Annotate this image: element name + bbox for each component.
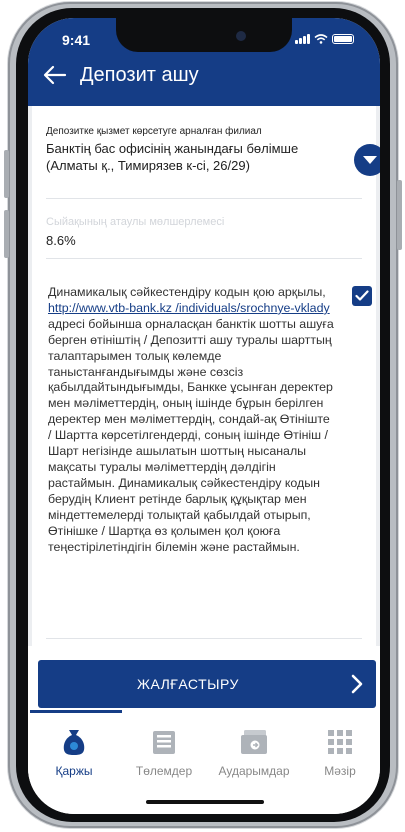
chevron-down-icon	[363, 156, 377, 164]
tab-menu-label: Мәзір	[324, 764, 356, 778]
tab-payments[interactable]: Төлемдер	[120, 726, 208, 786]
consent-text-after: адресі бойынша орналасқан банктік шотты …	[48, 316, 334, 554]
status-icons	[295, 34, 354, 44]
home-indicator	[146, 800, 264, 804]
tab-menu[interactable]: Мәзір	[296, 726, 380, 786]
consent-divider	[46, 638, 362, 639]
wallet-transfer-icon	[241, 730, 267, 754]
volume-up-button	[4, 150, 9, 198]
payments-list-icon	[153, 731, 175, 754]
deposit-form-card: Депозитке қызмет көрсетуге арналған фили…	[32, 106, 380, 646]
wifi-icon	[314, 34, 328, 44]
branch-divider	[46, 198, 362, 199]
money-bag-icon	[63, 730, 85, 755]
tab-payments-label: Төлемдер	[135, 764, 193, 778]
status-time: 9:41	[62, 32, 91, 48]
bottom-tab-bar: Қаржы Төлемдер Аударымдар Мәзір	[28, 710, 380, 814]
app-screen: 9:41 Депозит ашу Депозитке қызмет көрсет…	[28, 18, 380, 814]
camera-dot	[236, 31, 246, 41]
back-arrow-icon[interactable]	[42, 62, 68, 88]
notch	[116, 18, 292, 52]
consent-text-before: Динамикалық сәйкестендіру кодын қою арқы…	[48, 285, 326, 299]
rate-field-label: Сыйақының атаулы мөлшерлемесі	[46, 216, 225, 228]
volume-down-button	[4, 210, 9, 258]
continue-button[interactable]: ЖАЛҒАСТЫРУ	[38, 660, 376, 708]
grid-menu-icon	[328, 730, 352, 754]
consent-text: Динамикалық сәйкестендіру кодын қою арқы…	[48, 285, 336, 555]
tab-transfers-label: Аударымдар	[218, 764, 290, 778]
chevron-right-icon	[351, 674, 363, 694]
continue-button-label: ЖАЛҒАСТЫРУ	[137, 676, 239, 692]
branch-field-label: Депозитке қызмет көрсетуге арналған фили…	[46, 126, 262, 137]
branch-dropdown-button[interactable]	[354, 144, 380, 176]
battery-icon	[332, 34, 354, 44]
page-title: Депозит ашу	[80, 64, 199, 86]
tab-finance-label: Қаржы	[55, 764, 93, 778]
signal-icon	[295, 34, 310, 44]
checkmark-icon	[355, 290, 369, 301]
active-tab-indicator	[30, 710, 122, 713]
power-button	[397, 180, 402, 250]
consent-checkbox[interactable]	[352, 286, 372, 306]
consent-link[interactable]: http://www.vtb-bank.kz /individuals/sroc…	[48, 301, 330, 315]
rate-divider	[46, 258, 362, 259]
rate-field-value: 8.6%	[46, 233, 76, 248]
content-area: Депозитке қызмет көрсетуге арналған фили…	[28, 106, 380, 646]
app-header: 9:41 Депозит ашу	[28, 18, 380, 106]
tab-finance[interactable]: Қаржы	[30, 726, 118, 786]
tab-transfers[interactable]: Аударымдар	[210, 726, 298, 786]
branch-field-value[interactable]: Банктің бас офисінің жанындағы бөлімше (…	[46, 140, 336, 174]
